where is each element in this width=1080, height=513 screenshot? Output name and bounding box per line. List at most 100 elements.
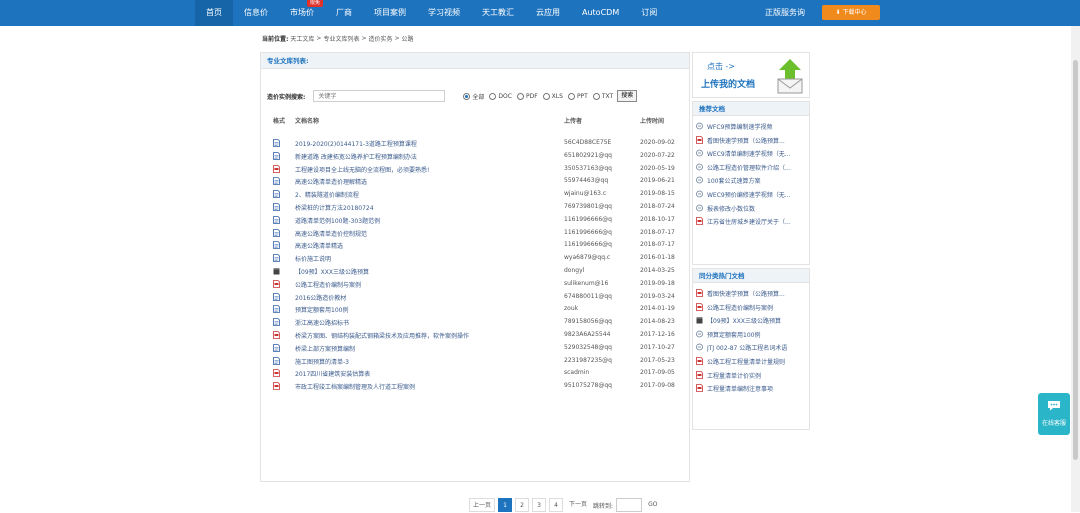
breadcrumb-item[interactable]: 造价实务 (369, 34, 393, 43)
document-title-link[interactable]: 高速公路清单造价控制规范 (295, 229, 555, 238)
download-center-button[interactable]: ⬇ 下载中心 (822, 5, 880, 20)
nav-item[interactable]: 天工教汇 (471, 0, 525, 26)
side-list-item[interactable]: 看图快速学预算（公路预算... (693, 134, 809, 148)
breadcrumb-item[interactable]: 公路 (402, 34, 414, 43)
side-list-item[interactable]: 江苏省住房城乡建设厅关于（... (693, 215, 809, 229)
side-list-item[interactable]: 公路工程工程量清单计量规则 (693, 355, 809, 369)
side-doc-title[interactable]: 江苏省住房城乡建设厅关于（... (707, 217, 809, 226)
nav-item[interactable]: 信息价 (233, 0, 279, 26)
page-number-button[interactable]: 3 (532, 498, 547, 512)
uploader: 56C4D88CE75E (564, 139, 612, 146)
breadcrumb-item[interactable]: 天工文库 (290, 34, 314, 43)
document-title-link[interactable]: 2019-2020(2)0144171-3道路工程预算课程 (295, 139, 555, 148)
side-list-item[interactable]: WEC9预价编修速学视频（无... (693, 188, 809, 202)
side-list-item[interactable]: 看图快速学预算（公路预算... (693, 287, 809, 301)
side-list-item[interactable]: WEC9清单编制速学视频（无... (693, 147, 809, 161)
document-title-link[interactable]: 桥梁桩的计算方法20180724 (295, 203, 555, 212)
side-list-item[interactable]: 工程量清单编制注意事项 (693, 382, 809, 396)
side-doc-title[interactable]: 【09预】XXX三级公路预算 (707, 316, 809, 325)
table-row: 道路清单范例100题-303题范例 1161996666@q 2018-10-17 (267, 214, 687, 227)
nav-item[interactable]: 云应用 (525, 0, 571, 26)
format-filter-option[interactable]: PPT (567, 92, 588, 100)
side-list-item[interactable]: 公路工程造价编制与案例 (693, 301, 809, 315)
document-title-link[interactable]: 浙江高速公路招标书 (295, 318, 555, 327)
page-jump-input[interactable] (616, 498, 643, 512)
side-list-item[interactable]: WFC9预算编制速学视频 (693, 120, 809, 134)
document-title-link[interactable]: 新建道路 改建拓宽公路养护工程预算编制办法 (295, 152, 555, 161)
document-title-link[interactable]: 桥梁方案图、钢结构装配式钢箱梁技术及应用推荐，软件案例操作 (295, 331, 555, 340)
radio-button[interactable] (489, 92, 497, 100)
document-title-link[interactable]: 【09预】XXX三级公路预算 (295, 267, 555, 276)
side-doc-title[interactable]: 看图快速学预算（公路预算... (707, 289, 809, 298)
format-filter-option[interactable]: DOC (489, 92, 512, 100)
side-doc-title[interactable]: JTJ 002-87 公路工程名词术语 (707, 343, 809, 352)
side-doc-title[interactable]: 看图快速学预算（公路预算... (707, 136, 809, 145)
side-doc-title[interactable]: WEC9预价编修速学视频（无... (707, 190, 809, 199)
side-doc-title[interactable]: 报表修改小数位数 (707, 204, 809, 213)
document-title-link[interactable]: 2016公路造价教材 (295, 293, 555, 302)
side-doc-title[interactable]: WEC9清单编制速学视频（无... (707, 149, 809, 158)
nav-item[interactable]: 市场价 限免 (279, 0, 325, 26)
radio-button[interactable] (516, 92, 524, 100)
document-title-link[interactable]: 高速公路清单造价理解精选 (295, 177, 555, 186)
document-title-link[interactable]: 道路清单范例100题-303题范例 (295, 216, 555, 225)
page-number-button[interactable]: 4 (549, 498, 564, 512)
radio-button[interactable] (567, 92, 575, 100)
document-title-link[interactable]: 标价施工说明 (295, 254, 555, 263)
table-row: 高速公路清单精选 1161996666@q 2018-07-17 (267, 239, 687, 252)
side-list-item[interactable]: 报表修改小数位数 (693, 202, 809, 216)
document-title-link[interactable]: 公路工程造价编制与案例 (295, 280, 555, 289)
breadcrumb-item[interactable]: 专业文库列表 (323, 34, 359, 43)
scrollbar-thumb[interactable] (1073, 60, 1078, 460)
document-title-link[interactable]: 市政工程竣工档案编制管理及人行道工程案例 (295, 382, 555, 391)
format-filter-option[interactable]: PDF (516, 92, 538, 100)
document-title-link[interactable]: 2017四川省建筑安装估算表 (295, 369, 555, 378)
side-list-item[interactable]: 公路工程造价管理软件介绍（... (693, 161, 809, 175)
side-doc-title[interactable]: 预算定额套用100例 (707, 330, 809, 339)
online-service-button[interactable]: 在线客服 (1038, 393, 1070, 435)
upload-date: 2014-03-25 (640, 266, 675, 274)
prev-page-button[interactable]: 上一页 (469, 498, 496, 512)
side-doc-title[interactable]: 公路工程造价管理软件介绍（... (707, 163, 809, 172)
nav-item[interactable]: 订阅 (630, 0, 668, 26)
table-row: 市政工程竣工档案编制管理及人行道工程案例 951075278@qq 2017-09-… (267, 380, 687, 393)
nav-item[interactable]: 首页 (195, 0, 233, 26)
upload-banner[interactable]: 点击 -> 上传我的文档 (692, 52, 810, 98)
link-file-icon (696, 343, 703, 351)
search-input[interactable] (313, 90, 446, 102)
side-list-item[interactable]: 工程量清单计价实例 (693, 369, 809, 383)
side-doc-title[interactable]: 工程量清单编制注意事项 (707, 384, 809, 393)
format-filter-option[interactable]: XLS (542, 92, 563, 100)
nav-item[interactable]: 学习视频 (417, 0, 471, 26)
document-title-link[interactable]: 预算定额套用100例 (295, 305, 555, 314)
side-doc-title[interactable]: 工程量清单计价实例 (707, 371, 809, 380)
side-doc-title[interactable]: WFC9预算编制速学视频 (707, 122, 809, 131)
side-list-item[interactable]: JTJ 002-87 公路工程名词术语 (693, 341, 809, 355)
document-title-link[interactable]: 施工图预算的清单-3 (295, 357, 555, 366)
nav-genuine-service-link[interactable]: 正版服务询 (765, 0, 805, 26)
document-title-link[interactable]: 高速公路清单精选 (295, 241, 555, 250)
side-doc-title[interactable]: 公路工程造价编制与案例 (707, 303, 809, 312)
side-doc-title[interactable]: 公路工程工程量清单计量规则 (707, 357, 809, 366)
side-list-item[interactable]: 【09预】XXX三级公路预算 (693, 314, 809, 328)
radio-button[interactable] (542, 92, 550, 100)
radio-button[interactable] (592, 92, 600, 100)
page-number-button[interactable]: 1 (498, 498, 513, 512)
document-title-link[interactable]: 桥梁上部方案预算编制 (295, 344, 555, 353)
radio-button[interactable] (463, 92, 471, 100)
page-number-button[interactable]: 2 (515, 498, 530, 512)
next-page-button[interactable]: 下一页 (566, 498, 590, 512)
side-list-item[interactable]: 100套公式速算方案 (693, 174, 809, 188)
nav-item[interactable]: 厂商 (325, 0, 363, 26)
side-doc-title[interactable]: 100套公式速算方案 (707, 176, 809, 185)
search-button[interactable]: 搜索 (617, 90, 638, 102)
nav-item[interactable]: AutoCDM (571, 0, 630, 26)
document-title-link[interactable]: 2、精装隧道价编制流程 (295, 190, 555, 199)
format-filter-option[interactable]: TXT (592, 92, 613, 100)
breadcrumb-separator: > (361, 34, 367, 42)
nav-item[interactable]: 项目案例 (363, 0, 417, 26)
format-filter-option[interactable]: 全部 (463, 92, 484, 101)
document-title-link[interactable]: 工程建设项目全上线无脑的全流程图，必须要熟悉! (295, 165, 555, 174)
side-list-item[interactable]: 预算定额套用100例 (693, 328, 809, 342)
go-button[interactable]: GO (645, 498, 660, 512)
